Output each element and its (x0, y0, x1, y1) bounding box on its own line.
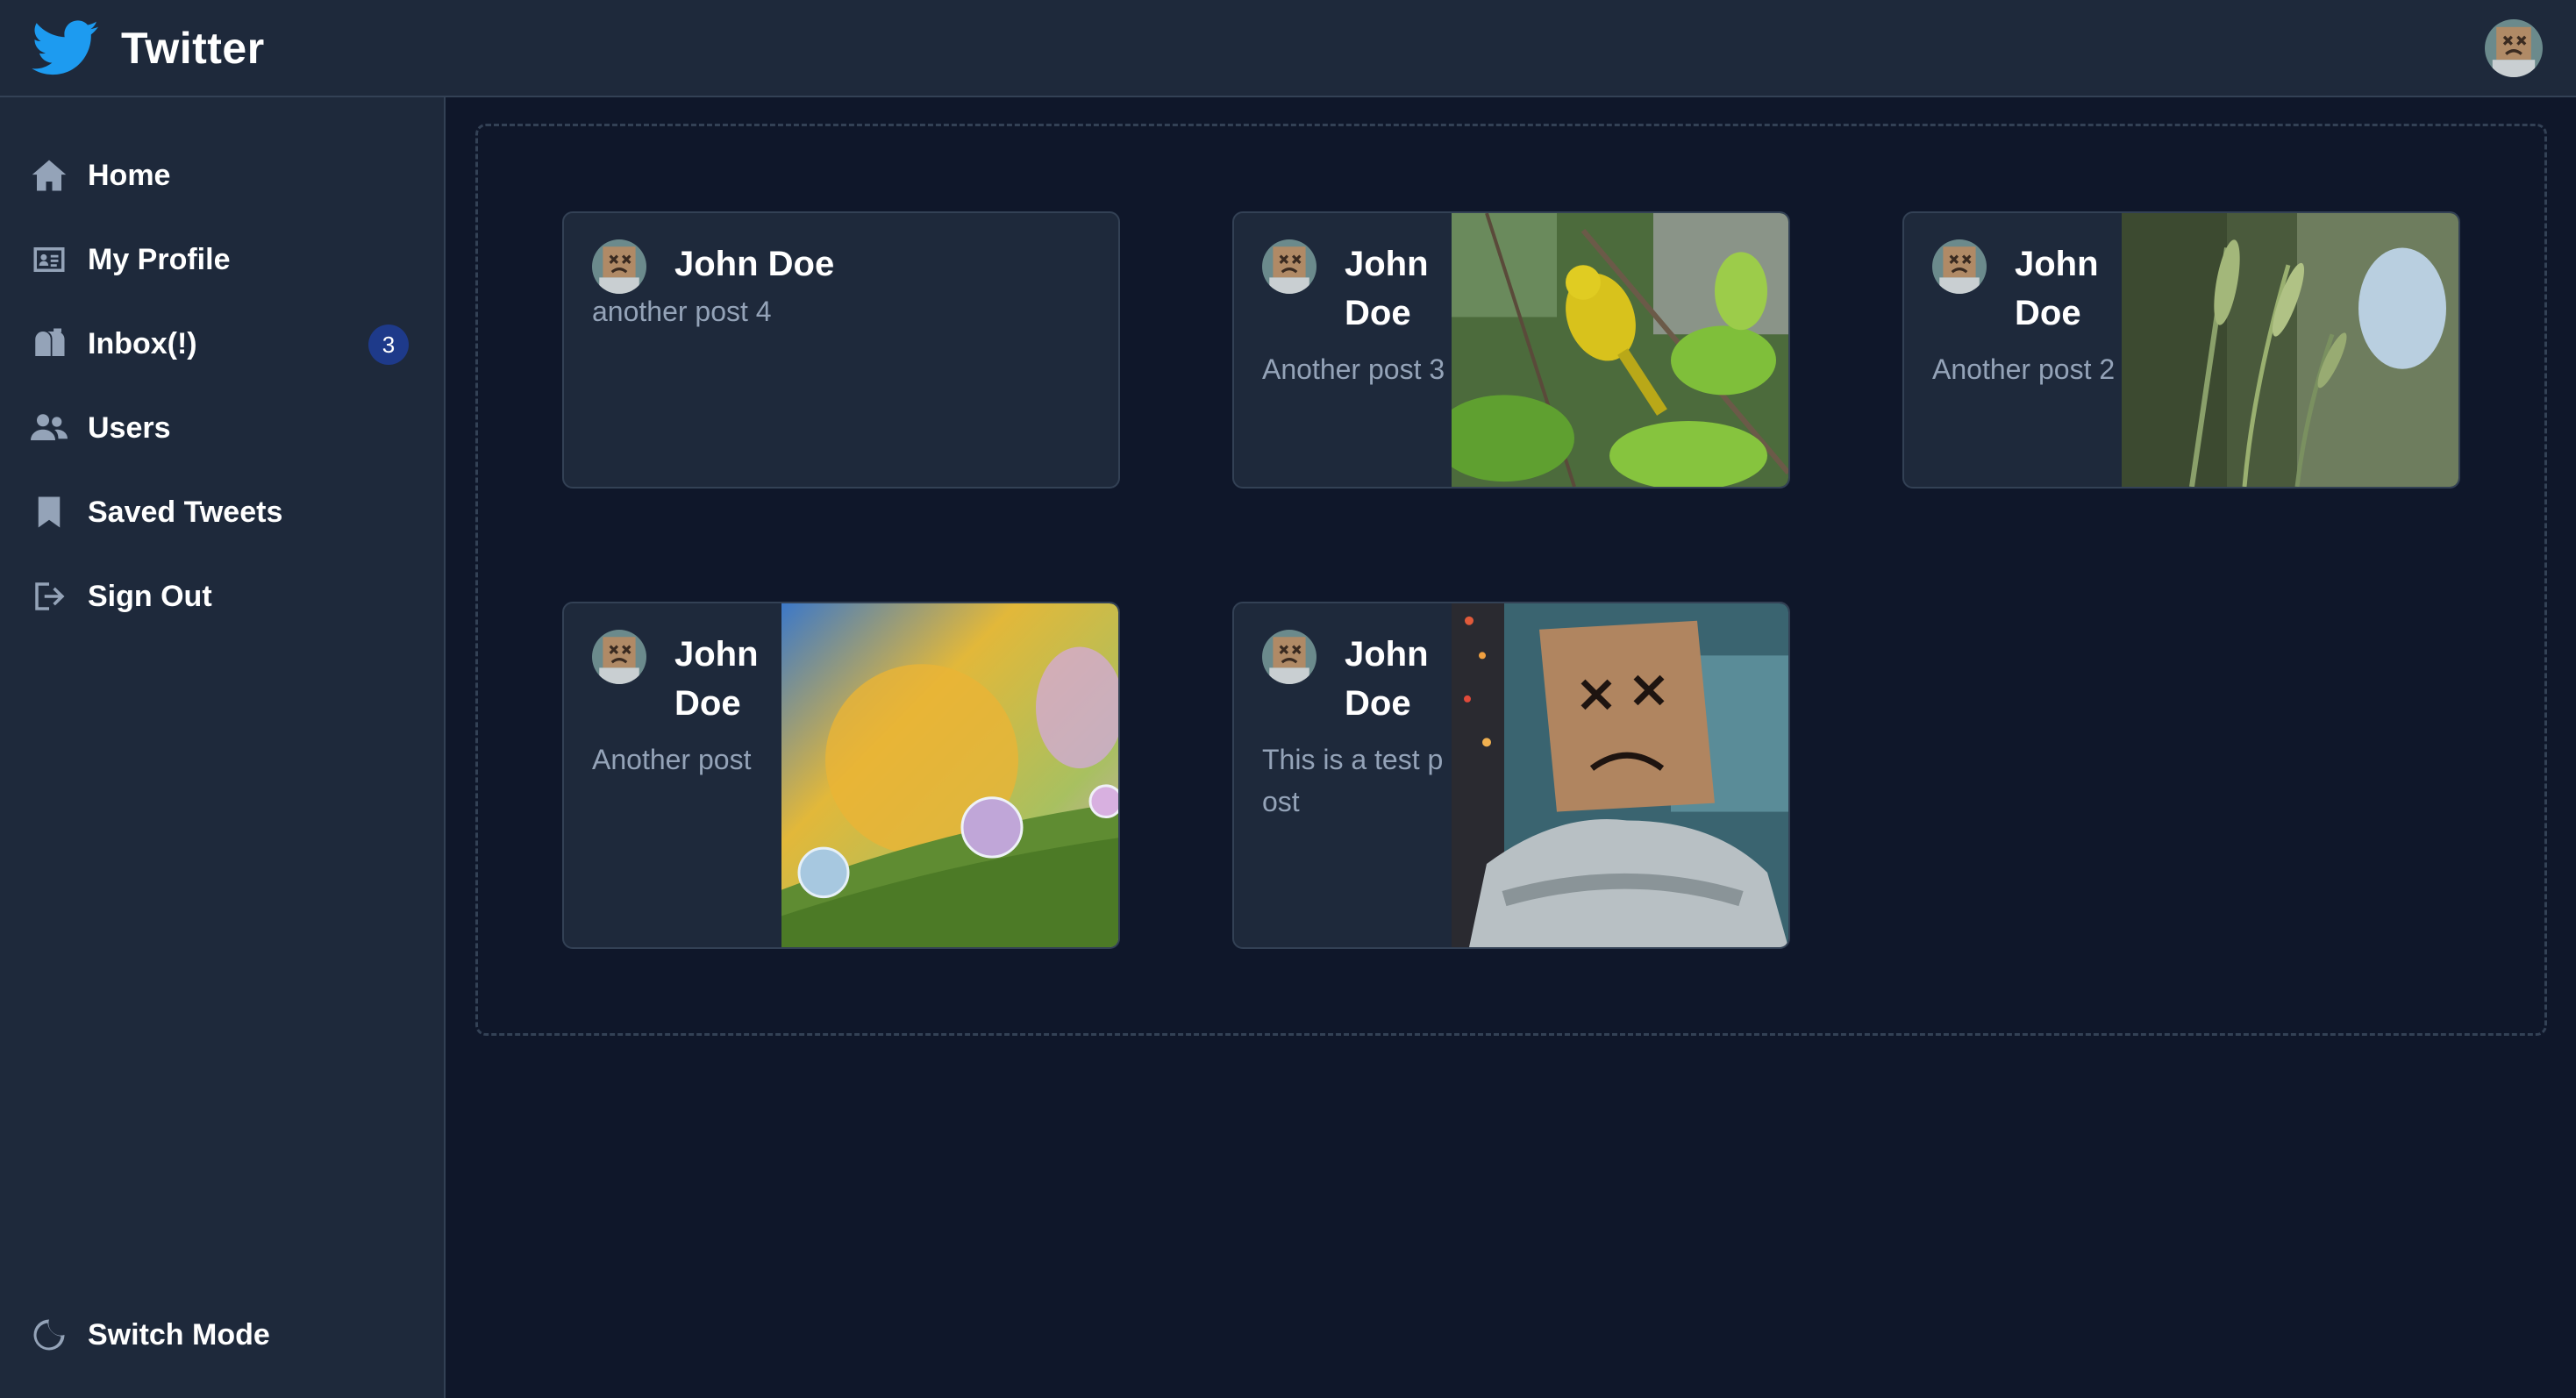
mailbox-icon (30, 325, 68, 363)
post-text: Another post 2 (1932, 353, 2116, 385)
id-card-icon (30, 240, 68, 279)
home-icon (30, 156, 68, 195)
paper-bag-avatar-image (1932, 239, 1987, 294)
app-title: Twitter (121, 23, 265, 73)
user-avatar[interactable] (2485, 19, 2543, 77)
sidebar-item-home[interactable]: Home (30, 147, 416, 203)
sidebar-item-sign-out[interactable]: Sign Out (30, 568, 416, 624)
sidebar-item-label: My Profile (88, 242, 231, 276)
users-icon (30, 409, 68, 447)
post-author-name[interactable]: John Doe (1345, 630, 1446, 728)
post-text: Another post (592, 744, 752, 775)
post-card[interactable]: John Doe Another post (562, 602, 1120, 949)
post-author-avatar[interactable] (592, 239, 646, 294)
paper-bag-person-photo (1452, 603, 1788, 947)
sidebar-item-saved-tweets[interactable]: Saved Tweets (30, 484, 416, 540)
post-content: John Doe Another post (592, 630, 776, 781)
top-bar: Twitter (0, 0, 2576, 97)
post-card[interactable]: John Doe Another post 2 (1902, 211, 2460, 489)
yellow-bird-photo (1452, 213, 1788, 487)
sidebar-item-label: Saved Tweets (88, 495, 283, 529)
post-author-name[interactable]: John Doe (2015, 239, 2116, 338)
brand[interactable]: Twitter (32, 19, 265, 76)
sidebar-item-inbox[interactable]: Inbox(!) 3 (30, 316, 416, 372)
paper-bag-avatar-image (1262, 630, 1317, 684)
post-author-avatar[interactable] (1262, 630, 1317, 684)
post-text: another post 4 (592, 296, 772, 327)
post-card[interactable]: John Doe This is a test post (1232, 602, 1790, 949)
post-author-name[interactable]: John Doe (674, 630, 776, 728)
post-text: Another post 3 (1262, 353, 1445, 385)
post-author-avatar[interactable] (1932, 239, 1987, 294)
paper-bag-avatar-image (2485, 19, 2543, 77)
post-image[interactable] (781, 603, 1118, 947)
post-card[interactable]: John Doe Another post 3 (1232, 211, 1790, 489)
grass-photo (2122, 213, 2458, 487)
post-content: John Doe another post 4 (592, 239, 1101, 332)
post-image[interactable] (2122, 213, 2458, 487)
sidebar-item-label: Sign Out (88, 579, 212, 613)
post-content: John Doe Another post 3 (1262, 239, 1446, 390)
sidebar: Home My Profile Inbox(!) 3 Users Saved T… (0, 97, 446, 1398)
post-content: John Doe This is a test post (1262, 630, 1446, 823)
paper-bag-avatar-image (592, 239, 646, 294)
water-drops-photo (781, 603, 1118, 947)
post-image[interactable] (1452, 213, 1788, 487)
post-content: John Doe Another post 2 (1932, 239, 2116, 390)
switch-mode-button[interactable]: Switch Mode (30, 1307, 416, 1363)
post-author-avatar[interactable] (592, 630, 646, 684)
post-author-avatar[interactable] (1262, 239, 1317, 294)
post-author-name[interactable]: John Doe (674, 239, 834, 289)
twitter-bird-icon (32, 19, 99, 75)
post-card[interactable]: John Doe another post 4 (562, 211, 1120, 489)
switch-mode-label: Switch Mode (88, 1317, 270, 1352)
paper-bag-avatar-image (1262, 239, 1317, 294)
sidebar-item-my-profile[interactable]: My Profile (30, 232, 416, 288)
inbox-count-badge: 3 (368, 325, 409, 365)
bookmark-icon (30, 493, 68, 531)
post-text: This is a test post (1262, 744, 1444, 817)
sidebar-item-users[interactable]: Users (30, 400, 416, 456)
sidebar-item-label: Users (88, 410, 171, 445)
sidebar-item-label: Inbox(!) (88, 326, 197, 360)
sidebar-item-label: Home (88, 158, 171, 192)
post-image[interactable] (1452, 603, 1788, 947)
sign-out-icon (30, 577, 68, 616)
moon-icon (30, 1316, 68, 1354)
post-author-name[interactable]: John Doe (1345, 239, 1446, 338)
paper-bag-avatar-image (592, 630, 646, 684)
